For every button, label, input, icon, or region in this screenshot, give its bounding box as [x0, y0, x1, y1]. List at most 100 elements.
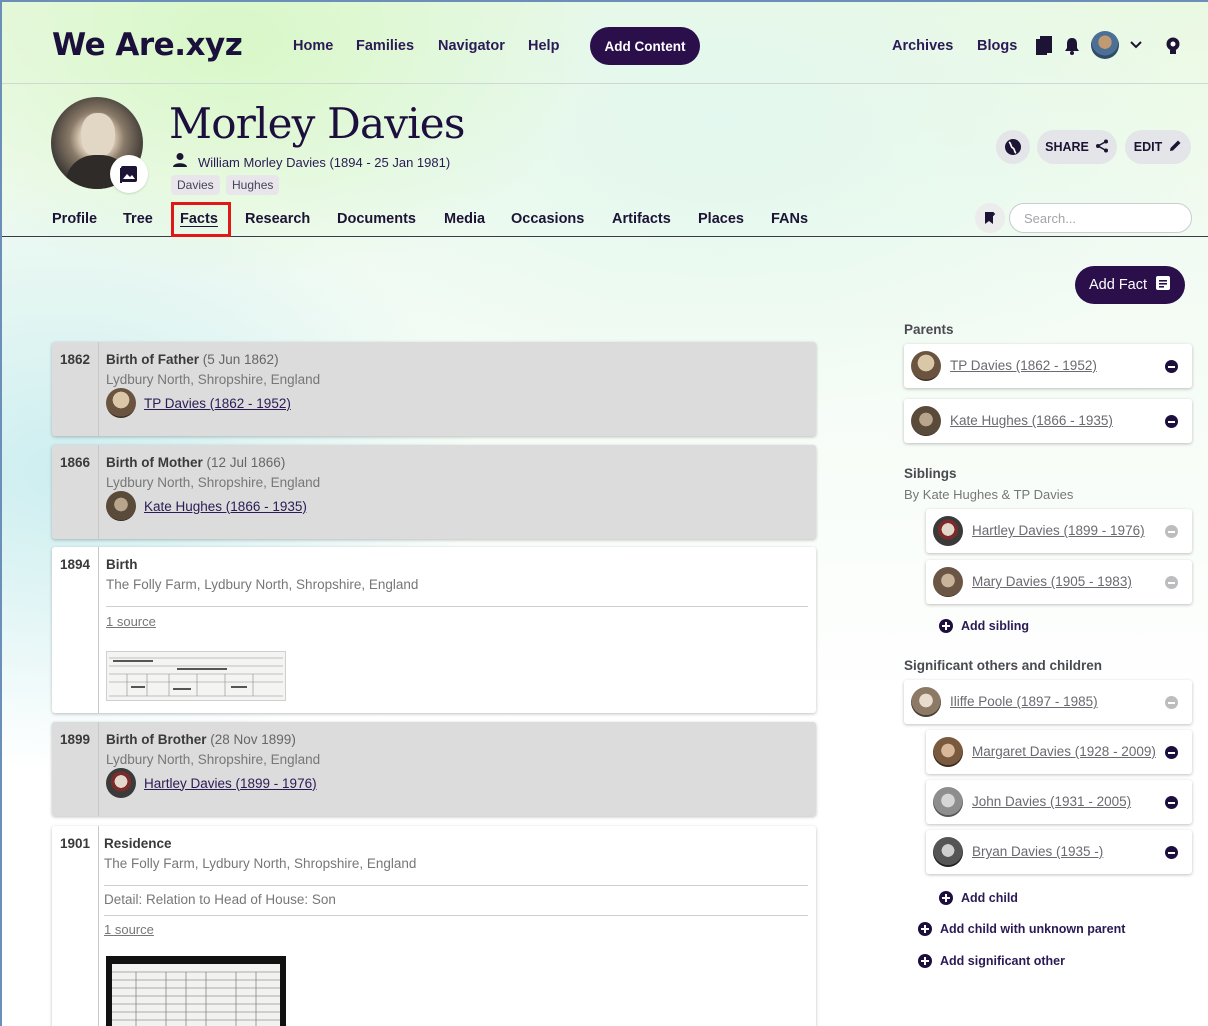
remove-icon[interactable] — [1165, 360, 1178, 373]
fact-source-link[interactable]: 1 source — [104, 922, 154, 937]
fact-person-link[interactable]: TP Davies (1862 - 1952) — [106, 388, 291, 418]
spouse-link[interactable]: Iliffe Poole (1897 - 1985) — [950, 694, 1098, 709]
bookmarks-icon[interactable] — [1034, 35, 1054, 57]
fact-title: Residence — [104, 836, 172, 851]
remove-icon[interactable] — [1165, 415, 1178, 428]
child-link[interactable]: John Davies (1931 - 2005) — [972, 794, 1131, 809]
sibling-link[interactable]: Hartley Davies (1899 - 1976) — [972, 523, 1145, 538]
tab-occasions[interactable]: Occasions — [511, 211, 584, 227]
plus-icon — [918, 922, 932, 936]
child-card[interactable]: John Davies (1931 - 2005) — [926, 780, 1192, 824]
birth-record-thumbnail[interactable] — [106, 651, 286, 701]
remove-icon[interactable] — [1165, 796, 1178, 809]
spouse-card[interactable]: Iliffe Poole (1897 - 1985) — [904, 680, 1192, 724]
person-avatar — [933, 737, 963, 767]
nav-families[interactable]: Families — [356, 38, 414, 54]
surname-tag[interactable]: Davies — [171, 175, 220, 195]
share-button[interactable]: SHARE — [1037, 130, 1117, 164]
child-card[interactable]: Bryan Davies (1935 -) — [926, 830, 1192, 874]
add-significant-other-button[interactable]: Add significant other — [918, 954, 1065, 968]
child-link[interactable]: Bryan Davies (1935 -) — [972, 844, 1103, 859]
fact-card[interactable]: 1901 Residence The Folly Farm, Lydbury N… — [52, 826, 816, 1026]
add-child-unknown-parent-button[interactable]: Add child with unknown parent — [918, 922, 1125, 936]
child-card[interactable]: Margaret Davies (1928 - 2009) — [926, 730, 1192, 774]
fact-title: Birth — [106, 557, 138, 572]
tab-profile[interactable]: Profile — [52, 211, 97, 227]
remove-icon[interactable] — [1165, 576, 1178, 589]
fact-title: Birth of Brother (28 Nov 1899) — [106, 732, 296, 747]
parent-card[interactable]: Kate Hughes (1866 - 1935) — [904, 399, 1192, 443]
nav-archives[interactable]: Archives — [892, 38, 953, 54]
tab-places[interactable]: Places — [698, 211, 744, 227]
top-navigation: We Are.xyz Home Families Navigator Help … — [2, 2, 1208, 84]
tab-research[interactable]: Research — [245, 211, 310, 227]
add-fact-button[interactable]: Add Fact — [1075, 266, 1185, 304]
tab-fans[interactable]: FANs — [771, 211, 808, 227]
person-avatar — [911, 687, 941, 717]
fact-detail: Detail: Relation to Head of House: Son — [104, 892, 336, 907]
page: We Are.xyz Home Families Navigator Help … — [0, 0, 1208, 1026]
fact-card[interactable]: 1866 Birth of Mother (12 Jul 1866) Lydbu… — [52, 445, 816, 539]
fact-place: Lydbury North, Shropshire, England — [106, 752, 321, 767]
nav-blogs[interactable]: Blogs — [977, 38, 1017, 54]
parent-link[interactable]: TP Davies (1862 - 1952) — [950, 358, 1097, 373]
add-content-button[interactable]: Add Content — [590, 27, 700, 65]
user-avatar[interactable] — [1091, 31, 1119, 59]
fact-card[interactable]: 1894 Birth The Folly Farm, Lydbury North… — [52, 547, 816, 713]
fact-source-link[interactable]: 1 source — [106, 614, 156, 629]
person-avatar — [933, 567, 963, 597]
bookmark-add-icon[interactable] — [975, 203, 1005, 233]
fact-place: The Folly Farm, Lydbury North, Shropshir… — [106, 577, 419, 592]
parent-link[interactable]: Kate Hughes (1866 - 1935) — [950, 413, 1113, 428]
parent-card[interactable]: TP Davies (1862 - 1952) — [904, 344, 1192, 388]
fact-year: 1866 — [60, 455, 91, 470]
search-input[interactable]: Search... — [1009, 203, 1192, 233]
nav-navigator[interactable]: Navigator — [438, 38, 505, 54]
add-child-button[interactable]: Add child — [939, 891, 1018, 905]
remove-icon[interactable] — [1165, 746, 1178, 759]
share-icon — [1095, 139, 1109, 156]
remove-icon[interactable] — [1165, 846, 1178, 859]
tab-documents[interactable]: Documents — [337, 211, 416, 227]
remove-icon[interactable] — [1165, 696, 1178, 709]
tab-artifacts[interactable]: Artifacts — [612, 211, 671, 227]
search-placeholder: Search... — [1024, 210, 1077, 226]
fact-card[interactable]: 1862 Birth of Father (5 Jun 1862) Lydbur… — [52, 342, 816, 436]
sibling-card[interactable]: Mary Davies (1905 - 1983) — [926, 560, 1192, 604]
fact-place: Lydbury North, Shropshire, England — [106, 372, 321, 387]
lightbulb-icon[interactable] — [1164, 35, 1182, 57]
plus-icon — [918, 954, 932, 968]
nav-help[interactable]: Help — [528, 38, 559, 54]
site-logo[interactable]: We Are.xyz — [52, 27, 243, 63]
tab-media[interactable]: Media — [444, 211, 485, 227]
photo-gallery-icon[interactable] — [110, 155, 148, 193]
note-icon — [1155, 275, 1171, 295]
person-avatar — [933, 837, 963, 867]
census-record-thumbnail[interactable] — [106, 956, 286, 1026]
edit-button[interactable]: EDIT — [1125, 130, 1191, 164]
surname-tag[interactable]: Hughes — [226, 175, 280, 195]
remove-icon[interactable] — [1165, 525, 1178, 538]
chevron-down-icon[interactable] — [1129, 39, 1143, 51]
fact-person-link[interactable]: Hartley Davies (1899 - 1976) — [106, 768, 317, 798]
nav-home[interactable]: Home — [293, 38, 333, 54]
add-sibling-button[interactable]: Add sibling — [939, 619, 1029, 633]
parents-heading: Parents — [904, 322, 954, 337]
tab-tree[interactable]: Tree — [123, 211, 153, 227]
fact-year: 1899 — [60, 732, 91, 747]
fact-place: The Folly Farm, Lydbury North, Shropshir… — [104, 856, 417, 871]
sibling-card[interactable]: Hartley Davies (1899 - 1976) — [926, 509, 1192, 553]
plus-icon — [939, 619, 953, 633]
profile-full-name: William Morley Davies (1894 - 25 Jan 198… — [198, 155, 451, 170]
globe-icon[interactable] — [996, 130, 1030, 164]
siblings-subheading: By Kate Hughes & TP Davies — [904, 487, 1074, 502]
person-avatar — [106, 768, 136, 798]
notifications-bell-icon[interactable] — [1063, 36, 1081, 56]
fact-year: 1894 — [60, 557, 91, 572]
fact-person-link[interactable]: Kate Hughes (1866 - 1935) — [106, 491, 307, 521]
pencil-icon — [1168, 139, 1182, 156]
person-avatar — [106, 388, 136, 418]
fact-card[interactable]: 1899 Birth of Brother (28 Nov 1899) Lydb… — [52, 722, 816, 816]
sibling-link[interactable]: Mary Davies (1905 - 1983) — [972, 574, 1132, 589]
child-link[interactable]: Margaret Davies (1928 - 2009) — [972, 744, 1156, 759]
